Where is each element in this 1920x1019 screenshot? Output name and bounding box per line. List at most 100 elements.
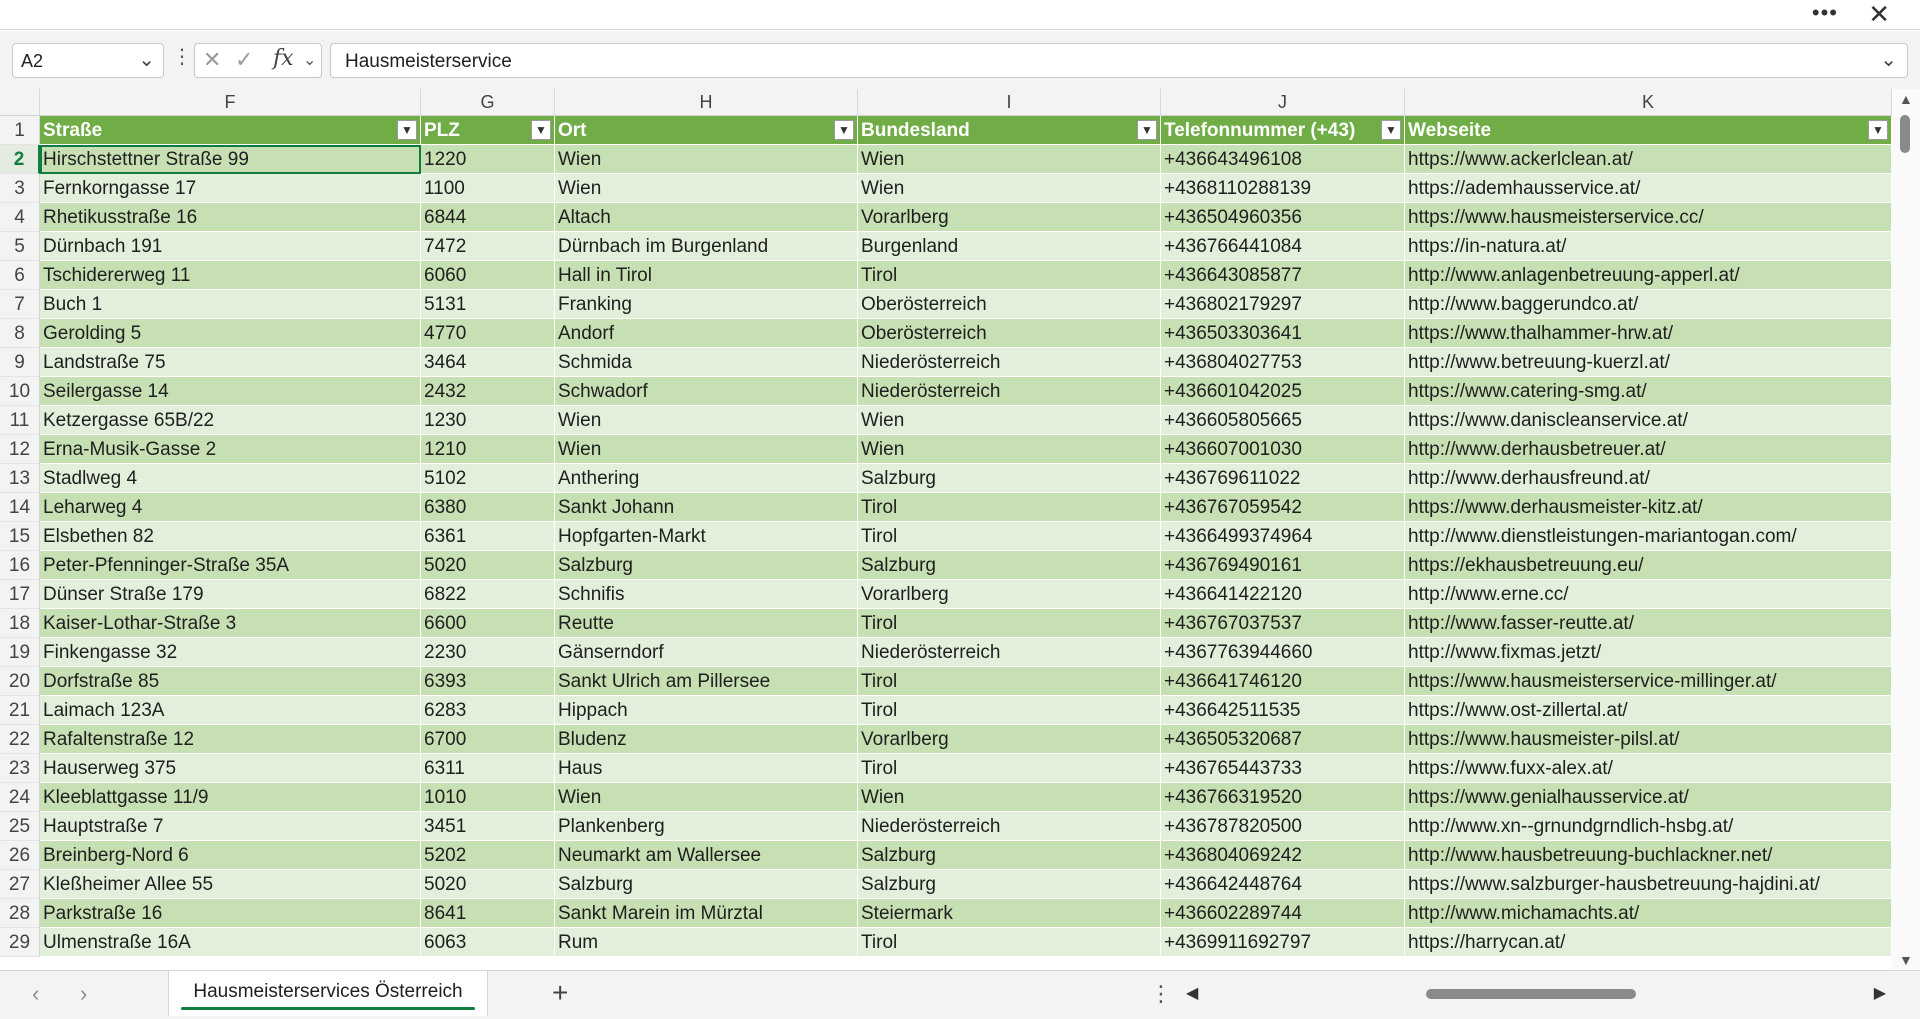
header-cell[interactable]: Telefonnummer (+43) ▼ — [1161, 116, 1405, 145]
filter-dropdown-icon[interactable]: ▼ — [531, 120, 551, 140]
table-cell[interactable]: 6393 — [421, 667, 555, 696]
table-cell[interactable]: Dorfstraße 85 — [40, 667, 421, 696]
table-cell[interactable]: 6311 — [421, 754, 555, 783]
row-header[interactable]: 8 — [0, 319, 40, 348]
horizontal-scrollbar[interactable]: ◀ ▶ — [1186, 983, 1886, 1005]
row-header[interactable]: 16 — [0, 551, 40, 580]
table-cell[interactable]: http://www.hausbetreuung-buchlackner.net… — [1405, 841, 1892, 870]
table-cell[interactable]: Burgenland — [858, 232, 1161, 261]
table-cell[interactable]: Andorf — [555, 319, 858, 348]
table-cell[interactable]: Niederösterreich — [858, 377, 1161, 406]
table-cell[interactable]: +436804027753 — [1161, 348, 1405, 377]
table-cell[interactable]: Schmida — [555, 348, 858, 377]
table-cell[interactable]: Elsbethen 82 — [40, 522, 421, 551]
row-header[interactable]: 1 — [0, 116, 40, 145]
table-cell[interactable]: https://www.derhausmeister-kitz.at/ — [1405, 493, 1892, 522]
table-cell[interactable]: https://www.salzburger-hausbetreuung-haj… — [1405, 870, 1892, 899]
table-cell[interactable]: Breinberg-Nord 6 — [40, 841, 421, 870]
table-cell[interactable]: Kaiser-Lothar-Straße 3 — [40, 609, 421, 638]
table-cell[interactable]: Salzburg — [555, 551, 858, 580]
table-cell[interactable]: +436787820500 — [1161, 812, 1405, 841]
table-cell[interactable]: https://www.hausmeisterservice.cc/ — [1405, 203, 1892, 232]
row-header[interactable]: 14 — [0, 493, 40, 522]
table-cell[interactable]: +4368110288139 — [1161, 174, 1405, 203]
table-cell[interactable]: Parkstraße 16 — [40, 899, 421, 928]
row-header[interactable]: 27 — [0, 870, 40, 899]
row-header[interactable]: 15 — [0, 522, 40, 551]
table-cell[interactable]: +436767059542 — [1161, 493, 1405, 522]
table-cell[interactable]: 1230 — [421, 406, 555, 435]
table-cell[interactable]: Gerolding 5 — [40, 319, 421, 348]
table-cell[interactable]: https://www.catering-smg.at/ — [1405, 377, 1892, 406]
filter-dropdown-icon[interactable]: ▼ — [397, 120, 417, 140]
table-cell[interactable]: Buch 1 — [40, 290, 421, 319]
table-cell[interactable]: 1010 — [421, 783, 555, 812]
table-cell[interactable]: https://www.hausmeister-pilsl.at/ — [1405, 725, 1892, 754]
table-cell[interactable]: https://www.hausmeisterservice-millinger… — [1405, 667, 1892, 696]
table-cell[interactable]: Rhetikusstraße 16 — [40, 203, 421, 232]
table-cell[interactable]: +4369911692797 — [1161, 928, 1405, 957]
add-sheet-icon[interactable]: + — [552, 977, 568, 1009]
table-cell[interactable]: +436602289744 — [1161, 899, 1405, 928]
table-cell[interactable]: Tirol — [858, 522, 1161, 551]
table-cell[interactable]: Reutte — [555, 609, 858, 638]
vertical-scroll-thumb[interactable] — [1900, 115, 1910, 153]
table-cell[interactable]: +4366499374964 — [1161, 522, 1405, 551]
table-cell[interactable]: Tirol — [858, 667, 1161, 696]
table-cell[interactable]: Sankt Johann — [555, 493, 858, 522]
table-cell[interactable]: https://www.ost-zillertal.at/ — [1405, 696, 1892, 725]
table-cell[interactable]: http://www.betreuung-kuerzl.at/ — [1405, 348, 1892, 377]
row-header[interactable]: 23 — [0, 754, 40, 783]
table-cell[interactable]: Wien — [858, 783, 1161, 812]
row-header[interactable]: 21 — [0, 696, 40, 725]
table-cell[interactable]: Rafaltenstraße 12 — [40, 725, 421, 754]
table-cell[interactable]: Hauptstraße 7 — [40, 812, 421, 841]
table-cell[interactable]: Rum — [555, 928, 858, 957]
table-cell[interactable]: Ulmenstraße 16A — [40, 928, 421, 957]
more-options-icon[interactable]: ••• — [1812, 2, 1838, 24]
close-icon[interactable]: ✕ — [1868, 1, 1890, 27]
row-header[interactable]: 11 — [0, 406, 40, 435]
row-header[interactable]: 13 — [0, 464, 40, 493]
table-cell[interactable]: Neumarkt am Wallersee — [555, 841, 858, 870]
table-cell[interactable]: Wien — [858, 406, 1161, 435]
table-cell[interactable]: Dürnbach 191 — [40, 232, 421, 261]
table-cell[interactable]: +436769490161 — [1161, 551, 1405, 580]
table-cell[interactable]: Oberösterreich — [858, 319, 1161, 348]
column-letter-g[interactable]: G — [421, 89, 555, 116]
row-header[interactable]: 6 — [0, 261, 40, 290]
table-cell[interactable]: Kleßheimer Allee 55 — [40, 870, 421, 899]
table-cell[interactable]: http://www.dienstleistungen-mariantogan.… — [1405, 522, 1892, 551]
row-header[interactable]: 24 — [0, 783, 40, 812]
table-cell[interactable]: +436804069242 — [1161, 841, 1405, 870]
scroll-down-icon[interactable]: ▼ — [1899, 952, 1913, 968]
table-cell[interactable]: Niederösterreich — [858, 812, 1161, 841]
table-cell[interactable]: Tschidererweg 11 — [40, 261, 421, 290]
table-cell[interactable]: Plankenberg — [555, 812, 858, 841]
function-icon[interactable]: fx — [273, 46, 294, 71]
scroll-right-icon[interactable]: ▶ — [1874, 983, 1886, 1003]
table-cell[interactable]: https://ekhausbetreuung.eu/ — [1405, 551, 1892, 580]
table-cell[interactable]: http://www.fixmas.jetzt/ — [1405, 638, 1892, 667]
column-letter-f[interactable]: F — [40, 89, 421, 116]
table-cell[interactable]: 8641 — [421, 899, 555, 928]
column-letter-j[interactable]: J — [1161, 89, 1405, 116]
table-cell[interactable]: Bludenz — [555, 725, 858, 754]
table-cell[interactable]: 6380 — [421, 493, 555, 522]
row-header[interactable]: 7 — [0, 290, 40, 319]
table-cell[interactable]: 5131 — [421, 290, 555, 319]
table-cell[interactable]: 6063 — [421, 928, 555, 957]
table-cell[interactable]: Vorarlberg — [858, 203, 1161, 232]
table-cell[interactable]: Wien — [858, 435, 1161, 464]
table-cell[interactable]: 1100 — [421, 174, 555, 203]
table-cell[interactable]: Anthering — [555, 464, 858, 493]
table-cell[interactable]: Schwadorf — [555, 377, 858, 406]
table-cell[interactable]: https://in-natura.at/ — [1405, 232, 1892, 261]
table-cell[interactable]: Tirol — [858, 493, 1161, 522]
table-cell[interactable]: 5202 — [421, 841, 555, 870]
table-cell[interactable]: 3451 — [421, 812, 555, 841]
table-cell[interactable]: Leharweg 4 — [40, 493, 421, 522]
table-cell[interactable]: Hopfgarten-Markt — [555, 522, 858, 551]
table-cell[interactable]: http://www.derhausbetreuer.at/ — [1405, 435, 1892, 464]
sheet-tab[interactable]: Hausmeisterservices Österreich — [168, 971, 488, 1016]
